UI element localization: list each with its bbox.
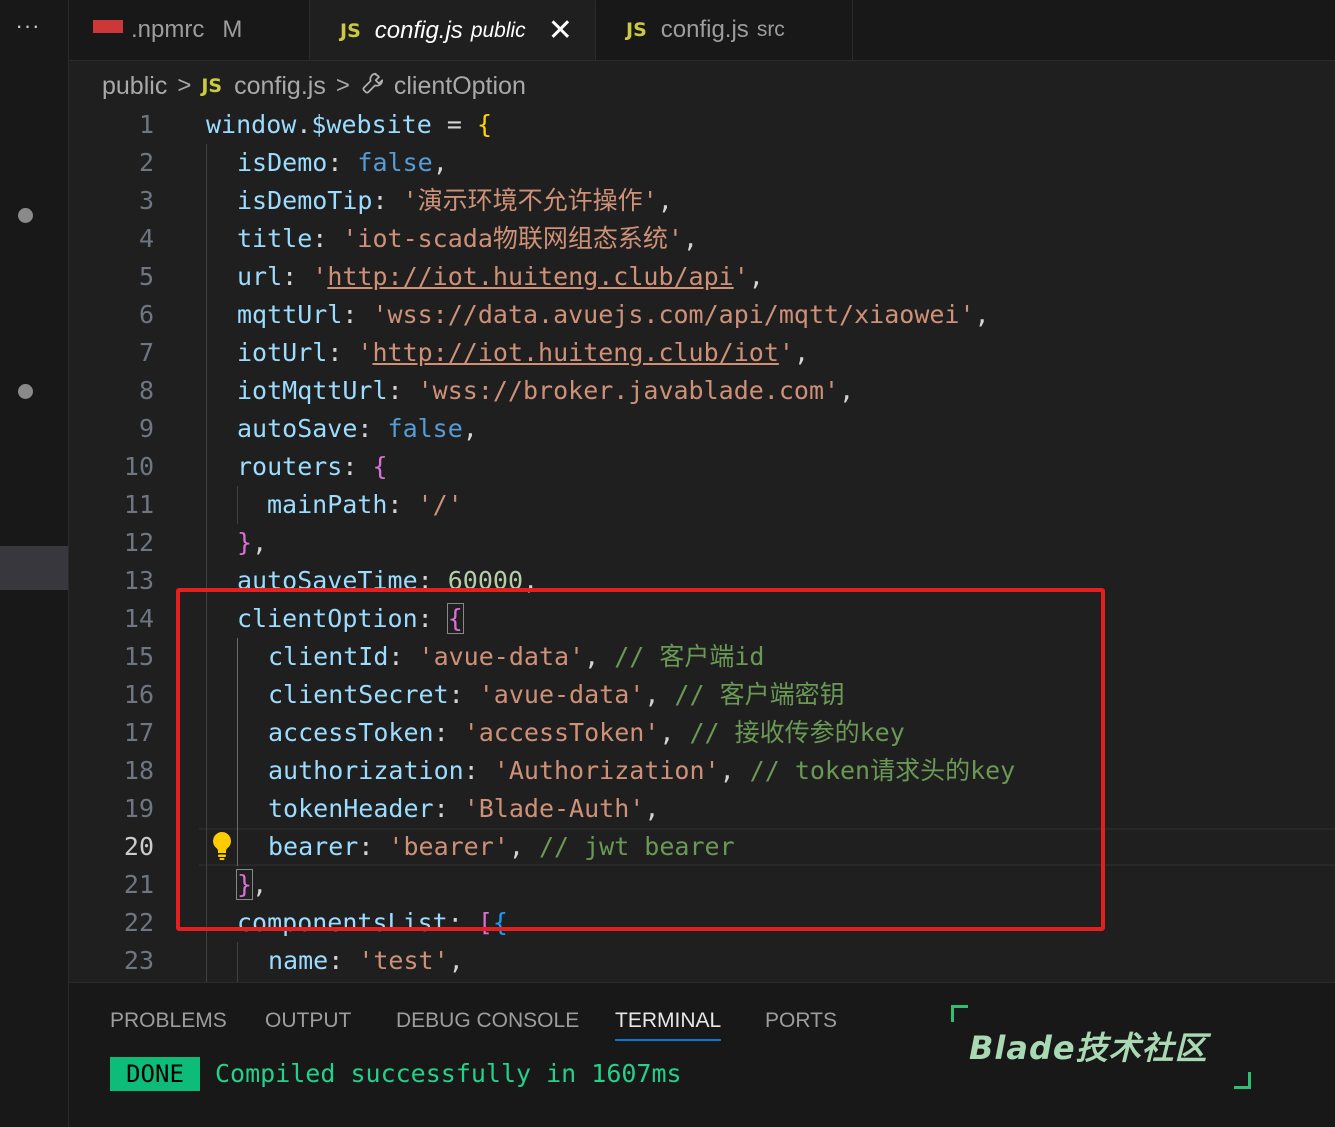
bottom-panel: PROBLEMS OUTPUT DEBUG CONSOLE TERMINAL P… — [69, 982, 1335, 1127]
line-number: 9 — [138, 414, 154, 443]
line-number: 14 — [123, 604, 154, 633]
line-number: 23 — [123, 946, 154, 975]
line-number: 1 — [138, 110, 154, 139]
tab-problems[interactable]: PROBLEMS — [110, 1009, 227, 1033]
breadcrumb: public > JS config.js > clientOption — [102, 66, 526, 106]
tab-ports[interactable]: PORTS — [765, 1009, 837, 1033]
line-number: 7 — [138, 338, 154, 367]
editor-tab-bar: .npmrc M JS config.js public ✕ JS config… — [69, 0, 1335, 61]
activity-dot-icon[interactable] — [18, 384, 33, 399]
activity-dot-icon[interactable] — [18, 208, 33, 223]
watermark-text: Blade技术社区 — [969, 1029, 1208, 1067]
code-line: 8 iotMqttUrl: 'wss://broker.javablade.com… — [69, 372, 1335, 410]
line-number: 3 — [138, 186, 154, 215]
line-number: 13 — [123, 566, 154, 595]
line-number: 15 — [123, 642, 154, 671]
js-file-icon: JS — [201, 75, 223, 97]
terminal-output: Compiled successfully in 1607ms — [215, 1059, 682, 1088]
code-line: 10 routers: { — [69, 448, 1335, 486]
breadcrumb-symbol[interactable]: clientOption — [394, 72, 526, 101]
tab-label: .npmrc — [131, 16, 205, 43]
corner-bracket-right-icon — [1234, 1072, 1251, 1089]
code-line: 3 isDemoTip: '演示环境不允许操作', — [69, 182, 1335, 220]
chevron-right-icon: > — [177, 72, 192, 99]
tab-debug-console[interactable]: DEBUG CONSOLE — [396, 1009, 579, 1033]
line-number: 17 — [123, 718, 154, 747]
tab-label: config.js — [660, 16, 749, 43]
tab-label: config.js — [374, 16, 463, 44]
line-number: 2 — [138, 148, 154, 177]
tab-terminal[interactable]: TERMINAL — [615, 1009, 721, 1033]
wrench-icon — [360, 70, 386, 103]
activity-bar: ··· — [0, 0, 69, 1127]
corner-bracket-left-icon — [951, 1005, 968, 1022]
tab-description: src — [756, 18, 785, 41]
breadcrumb-folder[interactable]: public — [102, 72, 167, 101]
line-number: 18 — [123, 756, 154, 785]
code-line: 9 autoSave: false, — [69, 410, 1335, 448]
code-line: 2 isDemo: false, — [69, 144, 1335, 182]
line-number: 20 — [123, 832, 154, 861]
chevron-right-icon: > — [335, 72, 350, 99]
line-number: 12 — [123, 528, 154, 557]
code-line: 7 iotUrl: 'http://iot.huiteng.club/iot', — [69, 334, 1335, 372]
line-number: 10 — [123, 452, 154, 481]
tab-config-src[interactable]: JS config.js src — [596, 0, 853, 60]
npm-icon — [93, 19, 123, 33]
js-file-icon: JS — [626, 19, 647, 41]
line-number: 21 — [123, 870, 154, 899]
line-number: 4 — [138, 224, 154, 253]
line-number: 11 — [123, 490, 154, 519]
code-line: 4 title: 'iot-scada物联网组态系统', — [69, 220, 1335, 258]
close-tab-icon[interactable]: ✕ — [548, 15, 573, 46]
code-link[interactable]: http://iot.huiteng.club/api — [327, 262, 733, 291]
tab-config-public[interactable]: JS config.js public ✕ — [310, 0, 596, 60]
tab-description: public — [470, 18, 526, 42]
line-number: 6 — [138, 300, 154, 329]
code-line: 1 window.$website = { — [69, 106, 1335, 144]
line-number: 5 — [138, 262, 154, 291]
line-number: 16 — [123, 680, 154, 709]
code-line: 11 mainPath: '/' — [69, 486, 1335, 524]
line-number: 19 — [123, 794, 154, 823]
modified-badge: M — [222, 16, 243, 43]
more-actions-icon[interactable]: ··· — [8, 8, 48, 44]
code-line: 23 name: 'test', — [69, 942, 1335, 980]
activity-selected-item[interactable] — [0, 546, 68, 590]
active-tab-indicator — [615, 1039, 721, 1041]
line-number: 8 — [138, 376, 154, 405]
code-line: 5 url: 'http://iot.huiteng.club/api', — [69, 258, 1335, 296]
code-link[interactable]: http://iot.huiteng.club/iot — [372, 338, 778, 367]
js-file-icon: JS — [340, 19, 361, 42]
code-line: 12}, — [69, 524, 1335, 562]
line-number: 22 — [123, 908, 154, 937]
breadcrumb-file[interactable]: config.js — [234, 72, 326, 101]
done-badge: DONE — [110, 1057, 200, 1091]
code-line: 6 mqttUrl: 'wss://data.avuejs.com/api/mqt… — [69, 296, 1335, 334]
watermark: Blade技术社区 — [951, 1005, 1251, 1089]
highlight-annotation-box — [176, 588, 1105, 931]
tab-npmrc[interactable]: .npmrc M — [69, 0, 310, 60]
tab-output[interactable]: OUTPUT — [265, 1009, 351, 1033]
